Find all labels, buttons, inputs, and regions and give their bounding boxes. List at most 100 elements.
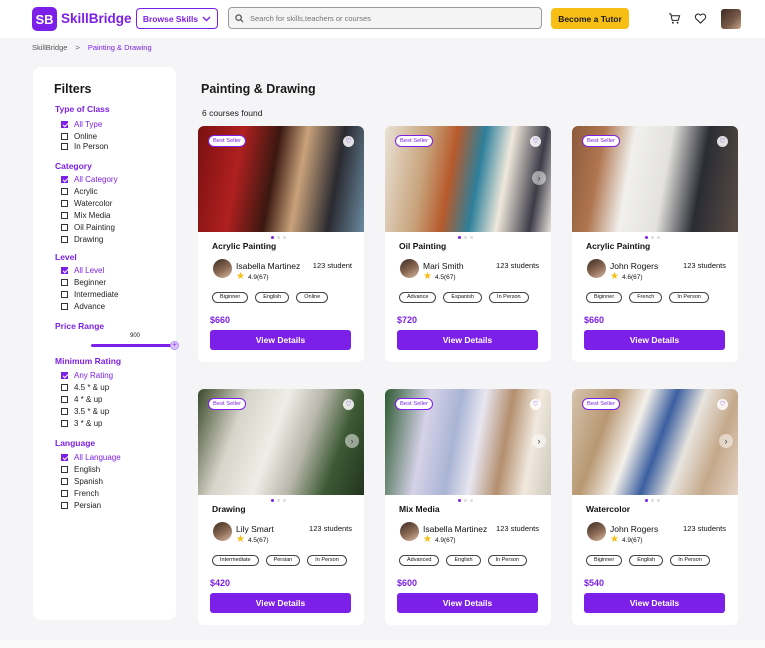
checkbox[interactable] — [61, 408, 68, 415]
filter-type-all[interactable]: All Type — [61, 120, 102, 129]
filter-rating-any[interactable]: Any Rating — [61, 371, 113, 380]
carousel-dots[interactable] — [271, 499, 286, 502]
search-input[interactable] — [250, 13, 540, 23]
chevron-right-icon[interactable]: › — [532, 434, 546, 448]
filter-language-english[interactable]: English — [61, 465, 100, 474]
teacher-name[interactable]: Lily Smart — [236, 524, 274, 534]
checkbox[interactable] — [61, 384, 68, 391]
carousel-dots[interactable] — [271, 236, 286, 239]
checkbox[interactable] — [61, 454, 68, 461]
teacher-name[interactable]: Isabella Martinez — [423, 524, 487, 534]
carousel-dots[interactable] — [645, 236, 660, 239]
filter-category-mix-media[interactable]: Mix Media — [61, 211, 110, 220]
course-title[interactable]: Oil Painting — [399, 241, 446, 251]
filter-level-all[interactable]: All Level — [61, 266, 104, 275]
chevron-right-icon[interactable]: › — [345, 434, 359, 448]
checkbox[interactable] — [61, 200, 68, 207]
view-details-button[interactable]: View Details — [397, 330, 538, 350]
cart-icon[interactable] — [668, 12, 681, 25]
filter-language-all[interactable]: All Language — [61, 453, 121, 462]
price-slider-thumb[interactable]: + — [170, 341, 179, 350]
course-title[interactable]: Acrylic Painting — [586, 241, 650, 251]
checkbox[interactable] — [61, 396, 68, 403]
heart-icon[interactable]: ♡ — [717, 136, 728, 147]
teacher-name[interactable]: Isabella Martinez — [236, 261, 300, 271]
chevron-right-icon[interactable]: › — [719, 434, 733, 448]
filter-rating-3-5[interactable]: 3.5 * & up — [61, 407, 109, 416]
course-card[interactable]: Best Seller ♡ › Mix Media Isabella Marti… — [385, 389, 551, 625]
browse-skills-button[interactable]: Browse Skills — [136, 8, 218, 29]
heart-icon[interactable]: ♡ — [530, 136, 541, 147]
filter-category-all[interactable]: All Category — [61, 175, 118, 184]
filter-language-spanish[interactable]: Spanish — [61, 477, 103, 486]
filters-sidebar: Filters Type of Class All Type Online In… — [33, 67, 179, 620]
breadcrumb-home[interactable]: SkillBridge — [32, 43, 67, 52]
heart-icon[interactable]: ♡ — [343, 399, 354, 410]
teacher-name[interactable]: John Rogers — [610, 261, 658, 271]
checkbox[interactable] — [61, 478, 68, 485]
checkbox[interactable] — [61, 133, 68, 140]
checkbox[interactable] — [61, 303, 68, 310]
course-title[interactable]: Acrylic Painting — [212, 241, 276, 251]
become-tutor-button[interactable]: Become a Tutor — [551, 8, 629, 29]
checkbox[interactable] — [61, 176, 68, 183]
carousel-dots[interactable] — [458, 499, 473, 502]
course-card[interactable]: Best Seller ♡ Acrylic Painting John Roge… — [572, 126, 738, 362]
logo-text[interactable]: SkillBridge — [61, 11, 132, 26]
checkbox[interactable] — [61, 466, 68, 473]
course-title[interactable]: Mix Media — [399, 504, 440, 514]
filter-category-oil[interactable]: Oil Painting — [61, 223, 115, 232]
checkbox[interactable] — [61, 121, 68, 128]
checkbox[interactable] — [61, 143, 68, 150]
course-title[interactable]: Drawing — [212, 504, 246, 514]
search-box[interactable] — [228, 7, 542, 29]
logo-mark[interactable]: SB — [32, 7, 57, 31]
heart-icon[interactable]: ♡ — [530, 399, 541, 410]
filter-label: Drawing — [74, 235, 104, 244]
view-details-button[interactable]: View Details — [584, 330, 725, 350]
heart-icon[interactable]: ♡ — [717, 399, 728, 410]
checkbox[interactable] — [61, 420, 68, 427]
filter-category-acrylic[interactable]: Acrylic — [61, 187, 98, 196]
checkbox[interactable] — [61, 502, 68, 509]
checkbox[interactable] — [61, 372, 68, 379]
course-card[interactable]: Best Seller ♡ › Drawing Lily Smart 123 s… — [198, 389, 364, 625]
checkbox[interactable] — [61, 224, 68, 231]
filter-category-watercolor[interactable]: Watercolor — [61, 199, 112, 208]
course-card[interactable]: Best Seller ♡ Acrylic Painting Isabella … — [198, 126, 364, 362]
checkbox[interactable] — [61, 236, 68, 243]
filter-type-online[interactable]: Online — [61, 132, 97, 141]
heart-icon[interactable] — [694, 12, 707, 25]
carousel-dots[interactable] — [458, 236, 473, 239]
filter-rating-3[interactable]: 3 * & up — [61, 419, 102, 428]
chevron-right-icon[interactable]: › — [532, 171, 546, 185]
filter-rating-4[interactable]: 4 * & up — [61, 395, 102, 404]
view-details-button[interactable]: View Details — [397, 593, 538, 613]
price-slider-track[interactable] — [91, 344, 173, 347]
view-details-button[interactable]: View Details — [210, 330, 351, 350]
heart-icon[interactable]: ♡ — [343, 136, 354, 147]
view-details-button[interactable]: View Details — [584, 593, 725, 613]
checkbox[interactable] — [61, 490, 68, 497]
checkbox[interactable] — [61, 267, 68, 274]
filter-type-in-person[interactable]: In Person — [61, 142, 108, 151]
checkbox[interactable] — [61, 291, 68, 298]
filter-category-drawing[interactable]: Drawing — [61, 235, 103, 244]
teacher-name[interactable]: John Rogers — [610, 524, 658, 534]
checkbox[interactable] — [61, 212, 68, 219]
filter-rating-4-5[interactable]: 4.5 * & up — [61, 383, 109, 392]
course-card[interactable]: Best Seller ♡ › Oil Painting Mari Smith … — [385, 126, 551, 362]
user-avatar[interactable] — [721, 9, 741, 29]
course-card[interactable]: Best Seller ♡ › Watercolor John Rogers 1… — [572, 389, 738, 625]
filter-level-beginner[interactable]: Beginner — [61, 278, 106, 287]
carousel-dots[interactable] — [645, 499, 660, 502]
checkbox[interactable] — [61, 279, 68, 286]
filter-level-advance[interactable]: Advance — [61, 302, 105, 311]
course-title[interactable]: Watercolor — [586, 504, 630, 514]
filter-language-persian[interactable]: Persian — [61, 501, 101, 510]
checkbox[interactable] — [61, 188, 68, 195]
teacher-name[interactable]: Mari Smith — [423, 261, 464, 271]
filter-language-french[interactable]: French — [61, 489, 99, 498]
view-details-button[interactable]: View Details — [210, 593, 351, 613]
filter-level-intermediate[interactable]: Intermediate — [61, 290, 118, 299]
